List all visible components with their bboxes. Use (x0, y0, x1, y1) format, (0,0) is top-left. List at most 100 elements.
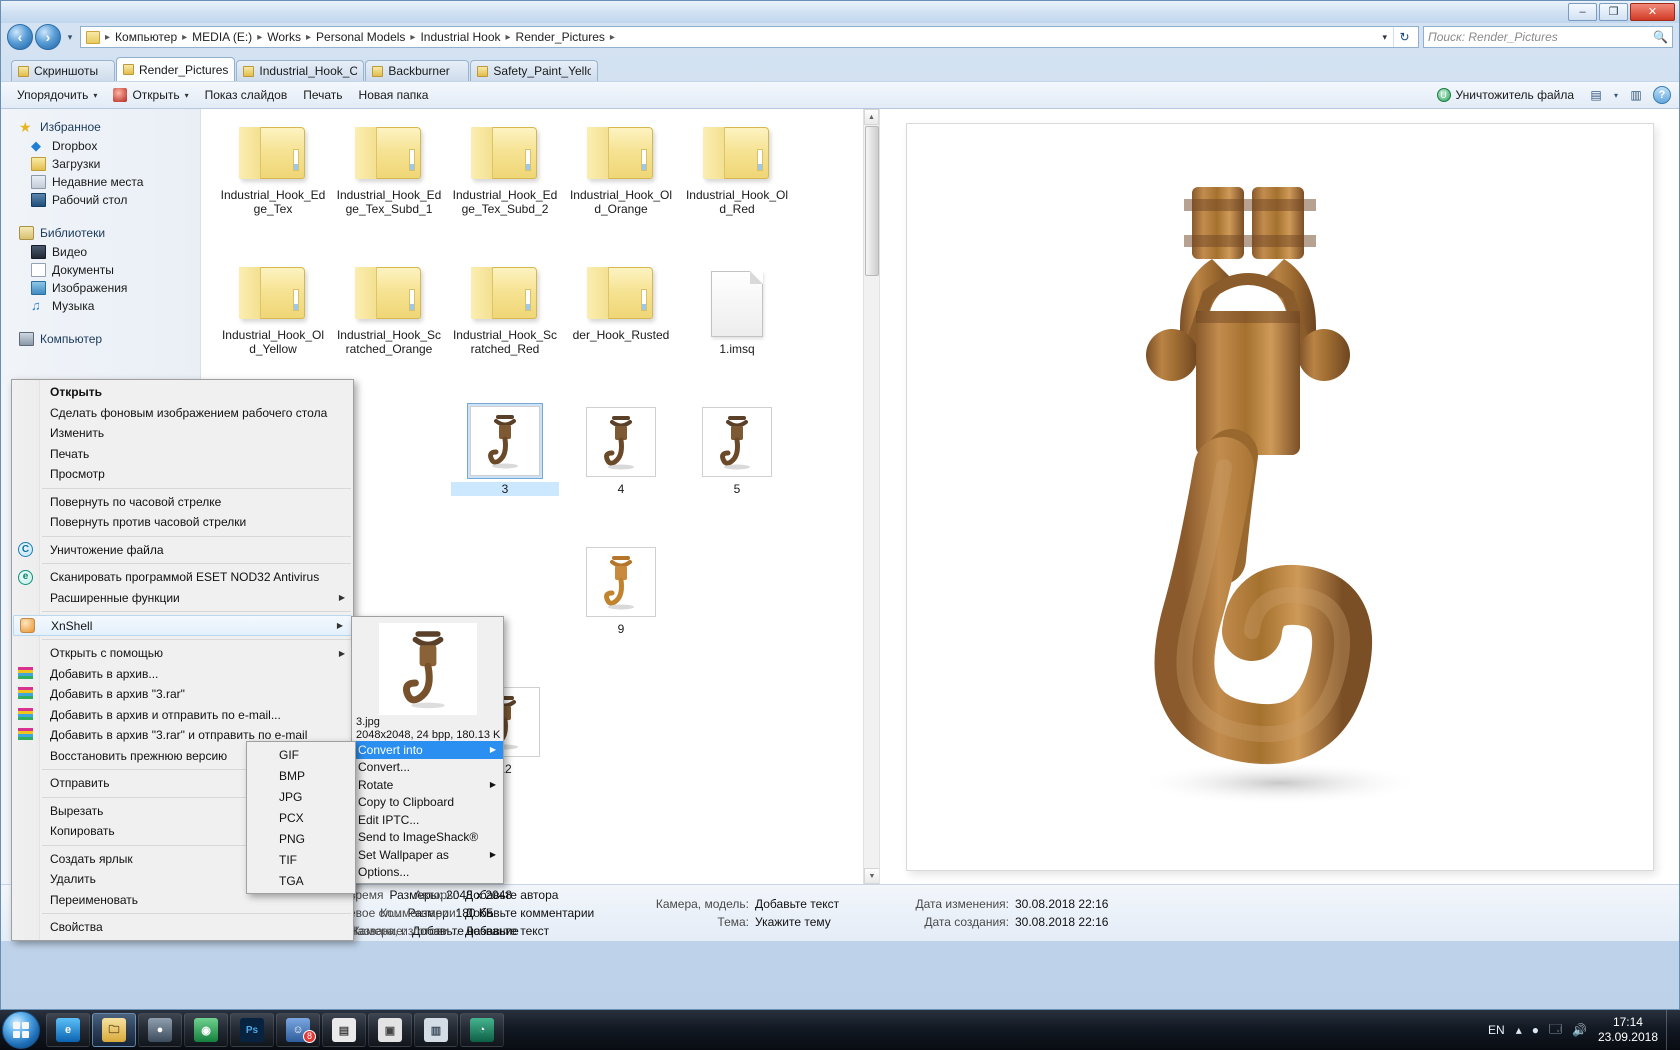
sidebar-item-pictures[interactable]: Изображения (1, 279, 200, 297)
list-item[interactable]: Industrial_Hook_Edge_Tex_Subd_2 (447, 119, 563, 259)
list-item[interactable]: Industrial_Hook_Old_Red (679, 119, 795, 259)
sidebar-item-music[interactable]: ♫ Музыка (1, 297, 200, 315)
menu-item-format-jpg[interactable]: JPG (247, 786, 355, 807)
search-input[interactable]: Поиск: Render_Pictures 🔍 (1423, 26, 1673, 48)
list-item[interactable]: Industrial_Hook_Old_Yellow (215, 259, 331, 399)
tab-backburner[interactable]: Backburner (365, 60, 469, 81)
menu-item-format-tif[interactable]: TIF (247, 849, 355, 870)
list-item[interactable]: 5 (679, 399, 795, 539)
organize-button[interactable]: Упорядочить ▾ (9, 85, 105, 105)
menu-item-options[interactable]: Options... (352, 864, 503, 882)
scroll-up-arrow[interactable]: ▲ (864, 109, 879, 125)
list-item-selected[interactable]: 3 (447, 399, 563, 539)
crumb-industrial-hook[interactable]: Industrial Hook (417, 29, 503, 45)
sidebar-group-libraries[interactable]: Библиотеки (1, 223, 200, 243)
menu-item-copy-to-clipboard[interactable]: Copy to Clipboard (352, 794, 503, 812)
list-item[interactable]: 9 (563, 539, 679, 679)
menu-item-add-to-archive-3rar[interactable]: Добавить в архив "3.rar" (12, 684, 353, 705)
taskbar-browser-button[interactable]: e (46, 1013, 90, 1047)
minimize-button[interactable]: – (1568, 3, 1597, 21)
tab-safety-paint-yellow[interactable]: Safety_Paint_Yello... (470, 60, 598, 81)
crumb-separator-3[interactable]: ▸ (304, 32, 313, 43)
list-item[interactable]: Industrial_Hook_Old_Orange (563, 119, 679, 259)
sidebar-item-desktop[interactable]: Рабочий стол (1, 191, 200, 209)
menu-item-rotate[interactable]: Rotate ▶ (352, 776, 503, 794)
crumb-render-pictures[interactable]: Render_Pictures (513, 29, 608, 45)
print-button[interactable]: Печать (295, 85, 350, 105)
taskbar-explorer-button[interactable]: 🗀 (92, 1013, 136, 1047)
sidebar-group-computer[interactable]: Компьютер (1, 329, 200, 349)
menu-item-convert[interactable]: Convert... (352, 759, 503, 777)
crumb-separator-2[interactable]: ▸ (255, 32, 264, 43)
menu-item-properties[interactable]: Свойства (12, 917, 353, 938)
crumb-separator-1[interactable]: ▸ (180, 32, 189, 43)
menu-item-edit[interactable]: Изменить (12, 423, 353, 444)
menu-item-scan-eset[interactable]: e Сканировать программой ESET NOD32 Anti… (12, 567, 353, 588)
tab-render-pictures[interactable]: Render_Pictures (116, 57, 235, 81)
list-item[interactable]: 4 (563, 399, 679, 539)
list-item[interactable]: Industrial_Hook_Scratched_Red (447, 259, 563, 399)
scrollbar-thumb[interactable] (865, 126, 879, 276)
menu-item-convert-into[interactable]: Convert into ▶ (352, 741, 503, 759)
menu-item-format-gif[interactable]: GIF (247, 744, 355, 765)
crumb-computer[interactable]: Компьютер (112, 29, 180, 45)
menu-item-set-as-desktop-background[interactable]: Сделать фоновым изображением рабочего ст… (12, 403, 353, 424)
menu-item-open-with[interactable]: Открыть с помощью ▶ (12, 643, 353, 664)
sidebar-item-video[interactable]: Видео (1, 243, 200, 261)
list-item[interactable]: Industrial_Hook_Edge_Tex (215, 119, 331, 259)
taskbar-media-button[interactable]: ● (138, 1013, 182, 1047)
menu-item-open[interactable]: Открыть (12, 382, 353, 403)
menu-item-rotate-counterclockwise[interactable]: Повернуть против часовой стрелки (12, 512, 353, 533)
menu-item-format-png[interactable]: PNG (247, 828, 355, 849)
slideshow-button[interactable]: Показ слайдов (197, 85, 296, 105)
start-button[interactable] (2, 1011, 40, 1049)
show-hidden-icons-icon[interactable]: ▴ (1511, 1023, 1527, 1037)
crumb-media[interactable]: MEDIA (E:) (189, 29, 255, 45)
crumb-separator-4[interactable]: ▸ (408, 32, 417, 43)
taskbar-photoshop-button[interactable]: Ps (230, 1013, 274, 1047)
menu-item-xnshell[interactable]: XnShell ▶ (13, 615, 352, 636)
forward-button[interactable]: › (35, 24, 61, 50)
preview-pane-icon[interactable]: ▥ (1625, 85, 1647, 105)
crumb-separator-6[interactable]: ▸ (608, 32, 617, 43)
sidebar-group-favorites[interactable]: ★ Избранное (1, 117, 200, 137)
volume-icon[interactable]: 🔊 (1567, 1023, 1592, 1037)
help-icon[interactable]: ? (1653, 86, 1671, 104)
list-item[interactable]: Industrial_Hook_Edge_Tex_Subd_1 (331, 119, 447, 259)
network-icon[interactable]: 🗔 (1544, 1020, 1567, 1041)
menu-item-format-pcx[interactable]: PCX (247, 807, 355, 828)
taskbar-chat-button[interactable]: ☺ 8 (276, 1013, 320, 1047)
taskbar-office-button[interactable]: ▤ (322, 1013, 366, 1047)
open-button[interactable]: Открыть ▾ (105, 85, 196, 105)
clock[interactable]: 17:14 23.09.2018 (1592, 1015, 1666, 1045)
view-mode-icon[interactable]: ▤ (1585, 85, 1607, 105)
menu-item-advanced-functions[interactable]: Расширенные функции ▶ (12, 588, 353, 609)
taskbar-firefox-button[interactable]: ◉ (184, 1013, 228, 1047)
crumb-works[interactable]: Works (264, 29, 304, 45)
list-item[interactable]: der_Hook_Rusted (563, 259, 679, 399)
file-shredder-button[interactable]: U Уничтожитель файла (1429, 85, 1582, 105)
list-item[interactable]: 1.imsq (679, 259, 795, 399)
crumb-separator-5[interactable]: ▸ (504, 32, 513, 43)
refresh-icon[interactable]: ↻ (1393, 27, 1415, 47)
close-button[interactable]: ✕ (1630, 3, 1675, 21)
antivirus-tray-icon[interactable]: ● (1527, 1023, 1544, 1037)
menu-item-preview[interactable]: Просмотр (12, 464, 353, 485)
convert-into-format-submenu[interactable]: GIF BMP JPG PCX PNG TIF TGA (246, 741, 356, 894)
taskbar-render-button[interactable]: ▥ (414, 1013, 458, 1047)
sidebar-item-recent-places[interactable]: Недавние места (1, 173, 200, 191)
maximize-button[interactable]: ❐ (1599, 3, 1628, 21)
chevron-down-icon[interactable]: ▾ (1376, 32, 1393, 43)
new-folder-button[interactable]: Новая папка (351, 85, 437, 105)
scroll-down-arrow[interactable]: ▼ (864, 868, 880, 884)
show-desktop-button[interactable] (1666, 1010, 1676, 1050)
xnshell-submenu[interactable]: 3.jpg 2048x2048, 24 bpp, 180.13 K Conver… (351, 616, 504, 884)
chevron-down-icon[interactable]: ▾ (1610, 85, 1622, 105)
crumb-separator-0[interactable]: ▸ (103, 32, 112, 43)
breadcrumb[interactable]: ▸ Компьютер ▸ MEDIA (E:) ▸ Works ▸ Perso… (80, 26, 1419, 48)
menu-item-add-to-archive[interactable]: Добавить в архив... (12, 664, 353, 685)
sidebar-item-dropbox[interactable]: ◆ Dropbox (1, 137, 200, 155)
tab-industrial-hook-old[interactable]: Industrial_Hook_Ol... (236, 60, 364, 81)
menu-item-add-to-archive-and-email[interactable]: Добавить в архив и отправить по e-mail..… (12, 705, 353, 726)
language-indicator[interactable]: EN (1482, 1023, 1511, 1037)
